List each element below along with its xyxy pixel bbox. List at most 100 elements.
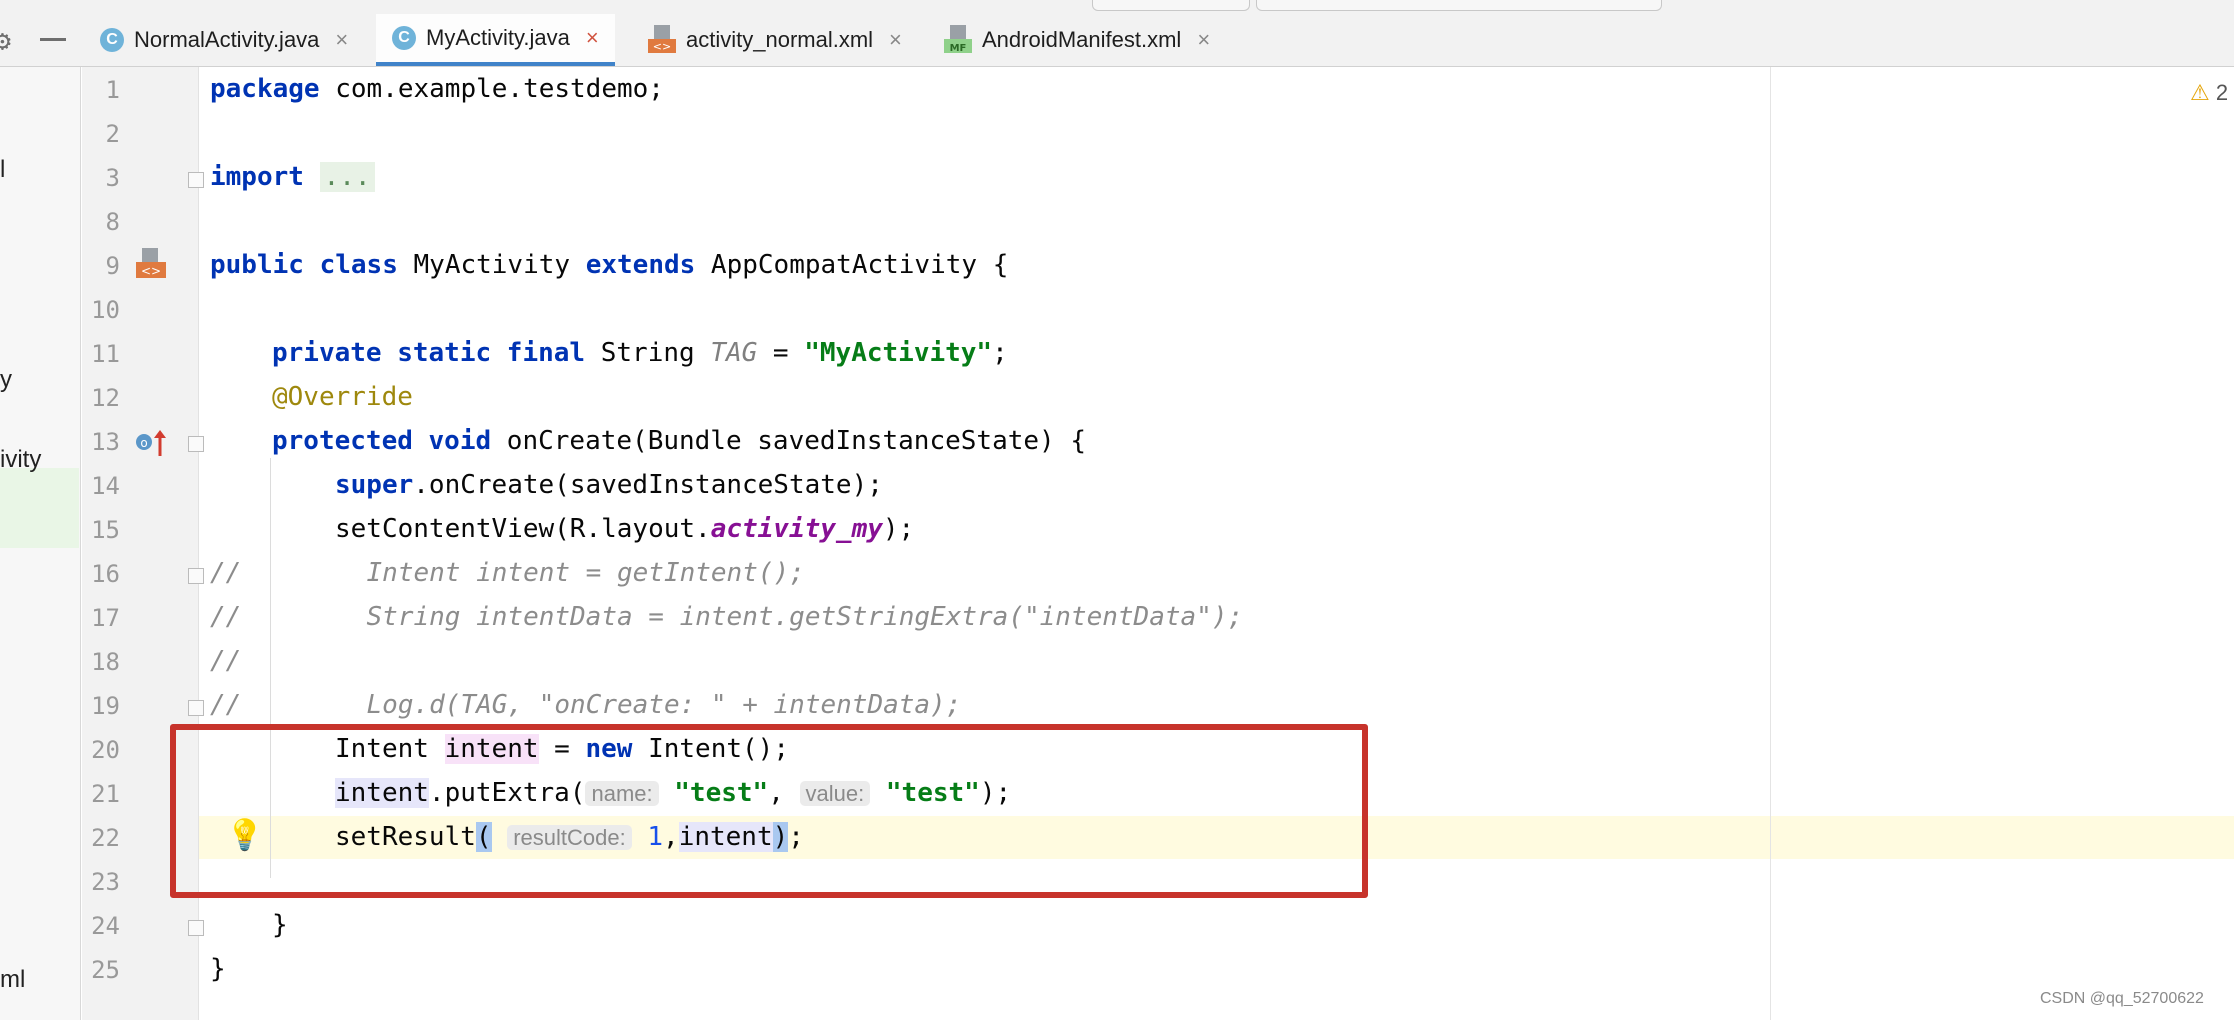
code-text: AppCompatActivity { [695, 250, 1009, 280]
tab-normalactivity-java[interactable]: C NormalActivity.java × [96, 14, 352, 66]
code-line-3: import ... [210, 162, 375, 192]
code-text: = [757, 338, 805, 368]
line-number: 21 [91, 780, 120, 808]
project-panel: l y ivity ml [0, 14, 81, 1020]
keyword: private static final [272, 338, 586, 368]
line-number: 9 [105, 252, 120, 280]
tab-myactivity-java[interactable]: C MyActivity.java × [376, 14, 615, 66]
toolbar-strip [0, 0, 2234, 15]
code-text: ); [882, 514, 915, 544]
string-literal: "MyActivity" [804, 338, 993, 368]
code-line-14: super.onCreate(savedInstanceState); [335, 470, 883, 500]
code-line-16: // Intent intent = getIntent(); [210, 558, 805, 588]
manifest-glyph: MF [944, 25, 972, 54]
code-line-15: setContentView(R.layout.activity_my); [335, 514, 914, 544]
line-number: 14 [91, 472, 120, 500]
line-number: 8 [105, 208, 120, 236]
line-number: 11 [91, 340, 120, 368]
fold-marker[interactable] [188, 920, 204, 936]
type-name: String [585, 338, 711, 368]
code-text: com.example.testdemo; [319, 74, 664, 104]
project-tree-fragment[interactable]: l [0, 156, 5, 184]
watermark: CSDN @qq_52700622 [2040, 990, 2204, 1007]
warning-icon: ⚠ [2190, 80, 2210, 105]
code-text: onCreate(Bundle savedInstanceState) { [491, 426, 1086, 456]
code-line-9: public class MyActivity extends AppCompa… [210, 250, 1008, 280]
line-number: 23 [91, 868, 120, 896]
svg-text:<>: <> [141, 264, 161, 278]
code-line-19: // Log.d(TAG, "onCreate: " + intentData)… [210, 690, 962, 720]
line-number: 17 [91, 604, 120, 632]
fold-marker[interactable] [188, 568, 204, 584]
override-glyph: o [136, 430, 166, 456]
right-margin-guide [1770, 67, 1771, 1020]
line-number: 1 [105, 76, 120, 104]
line-number: 3 [105, 164, 120, 192]
code-line-18: // [210, 646, 242, 676]
close-icon[interactable]: × [335, 27, 348, 53]
java-class-icon: C [100, 28, 124, 52]
project-tree-fragment[interactable]: ml [0, 966, 25, 994]
search-field[interactable] [1256, 0, 1662, 11]
code-line-11: private static final String TAG = "MyAct… [272, 338, 1008, 368]
minimize-icon[interactable] [40, 38, 66, 41]
layout-link-glyph: <> [136, 248, 166, 278]
keyword: protected void [272, 426, 492, 456]
line-number: 12 [91, 384, 120, 412]
line-number: 13 [91, 428, 120, 456]
warning-count: 2 [2215, 80, 2229, 105]
keyword: class [319, 250, 398, 280]
folded-imports[interactable]: ... [319, 162, 375, 192]
line-number: 20 [91, 736, 120, 764]
keyword: import [210, 162, 304, 192]
code-line-12: @Override [272, 382, 413, 412]
keyword: super [335, 470, 414, 500]
code-line-25: } [210, 954, 226, 984]
annotation-highlight-box [170, 724, 1368, 898]
layout-link-icon[interactable]: <> [134, 248, 168, 286]
keyword: extends [585, 250, 696, 280]
tab-label: NormalActivity.java [134, 27, 320, 52]
gear-icon[interactable]: ⚙ [0, 24, 11, 57]
svg-text:MF: MF [950, 43, 967, 54]
layout-xml-glyph: <> [648, 25, 676, 53]
line-number: 10 [91, 296, 120, 324]
tab-label: activity_normal.xml [686, 27, 874, 52]
class-name: MyActivity [397, 250, 586, 280]
field-reference: activity_my [710, 514, 883, 544]
manifest-icon: MF [944, 25, 972, 55]
tab-label: MyActivity.java [426, 25, 570, 50]
java-class-icon: C [392, 26, 416, 50]
project-tree-fragment[interactable]: ivity [0, 446, 41, 474]
keyword: public [210, 250, 304, 280]
code-text: setContentView(R.layout. [335, 514, 711, 544]
close-icon[interactable]: × [889, 27, 902, 53]
code-text: ; [992, 338, 1008, 368]
line-number: 25 [91, 956, 120, 984]
override-icon[interactable]: o [134, 428, 168, 462]
warning-indicator[interactable]: ⚠ 2 [2190, 80, 2228, 106]
tab-androidmanifest-xml[interactable]: MF AndroidManifest.xml × [940, 14, 1214, 66]
toolbar-control[interactable] [1092, 0, 1250, 11]
keyword: package [210, 74, 320, 104]
line-number: 16 [91, 560, 120, 588]
line-number: 19 [91, 692, 120, 720]
editor-tab-bar: ⚙ C NormalActivity.java × C MyActivity.j… [0, 14, 2234, 67]
code-line-24: } [272, 910, 288, 940]
layout-xml-icon: <> [648, 25, 676, 55]
constant-name: TAG [710, 338, 758, 368]
tab-activity-normal-xml[interactable]: <> activity_normal.xml × [644, 14, 906, 66]
line-number: 18 [91, 648, 120, 676]
svg-text:<>: <> [653, 40, 671, 53]
svg-text:o: o [140, 436, 147, 450]
fold-marker[interactable] [188, 172, 204, 188]
tab-tools: ⚙ [0, 14, 80, 66]
code-line-17: // String intentData = intent.getStringE… [210, 602, 1244, 632]
code-line-1: package com.example.testdemo; [210, 74, 664, 104]
line-number: 15 [91, 516, 120, 544]
fold-marker[interactable] [188, 436, 204, 452]
close-icon[interactable]: × [586, 25, 599, 51]
close-icon[interactable]: × [1197, 27, 1210, 53]
project-tree-fragment[interactable]: y [0, 366, 12, 394]
fold-marker[interactable] [188, 700, 204, 716]
